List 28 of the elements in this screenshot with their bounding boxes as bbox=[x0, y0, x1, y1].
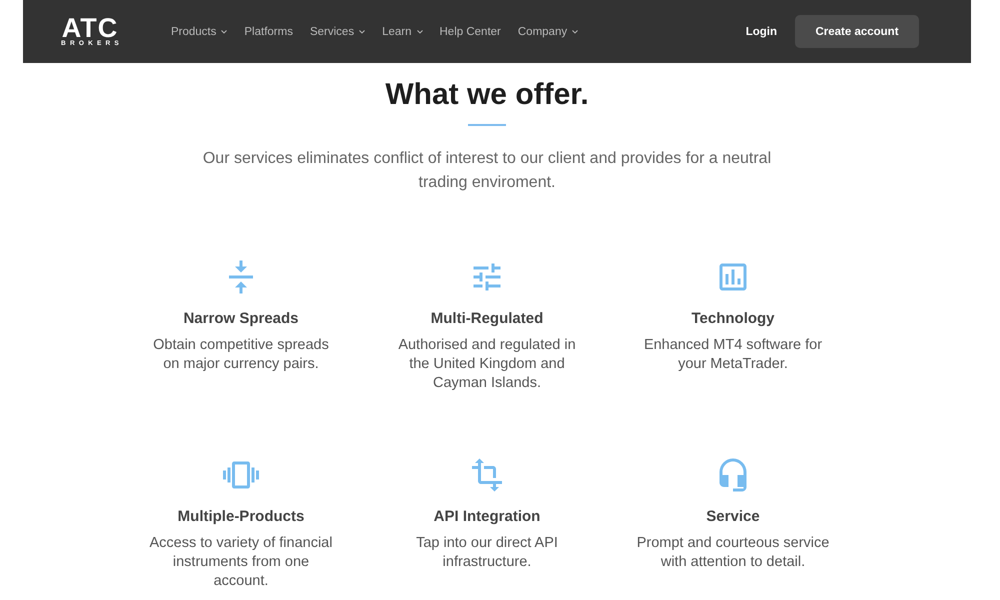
feature-description: Access to variety of financial instruments from one account. bbox=[148, 534, 334, 591]
section-heading: What we offer. bbox=[385, 77, 589, 113]
chevron-down-icon bbox=[221, 30, 228, 34]
create-account-button[interactable]: Create account bbox=[795, 15, 919, 48]
nav-link[interactable]: Company bbox=[518, 26, 578, 38]
feature-title: API Integration bbox=[434, 507, 540, 527]
nav-link[interactable]: Learn bbox=[382, 26, 422, 38]
feature-title: Narrow Spreads bbox=[183, 309, 299, 329]
feature-description: Authorised and regulated in the United Kingdom and Cayman Islands. bbox=[397, 336, 577, 393]
nav-link[interactable]: Platforms bbox=[244, 26, 293, 38]
nav-link[interactable]: Services bbox=[310, 26, 366, 38]
feature-title: Multiple-Products bbox=[178, 507, 304, 527]
chevron-down-icon bbox=[416, 30, 422, 34]
feature-title: Technology bbox=[691, 309, 775, 329]
feature-title: Multi-Regulated bbox=[430, 309, 544, 329]
logo-name[interactable]: ATC bbox=[62, 16, 118, 40]
chevron-down-icon bbox=[359, 30, 366, 34]
nav-link[interactable]: Help Center bbox=[440, 26, 501, 38]
nav-link[interactable]: Products bbox=[171, 26, 228, 38]
chevron-down-icon bbox=[572, 30, 578, 34]
feature-title: Service bbox=[706, 507, 760, 527]
intro-paragraph: Our services eliminates conflict of interest to our client and provides for a neutral trading enviroment. bbox=[202, 149, 772, 193]
feature-description: Obtain competitive spreads on major currency pairs. bbox=[152, 336, 330, 374]
feature-description: Prompt and courteous service with attention to detail. bbox=[636, 534, 830, 572]
feature-description: Enhanced MT4 software for your MetaTrader. bbox=[642, 336, 824, 374]
login-link[interactable]: Login bbox=[746, 26, 777, 38]
feature-description: Tap into our direct API infrastructure. bbox=[415, 534, 559, 572]
crop-arrows-icon bbox=[469, 457, 505, 493]
